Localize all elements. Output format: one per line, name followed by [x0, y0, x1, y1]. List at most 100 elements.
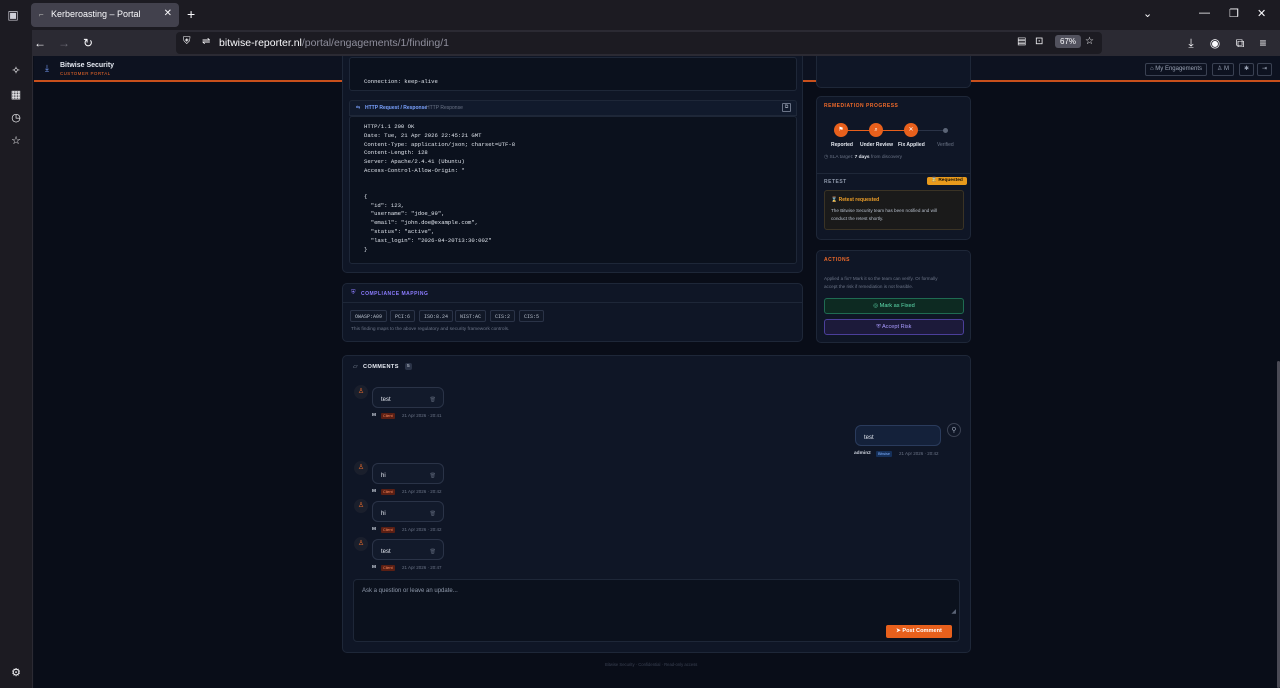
comment-bubble: hi 🗑	[372, 501, 444, 522]
role-badge: Client	[381, 413, 395, 419]
back-icon[interactable]: ←	[32, 35, 48, 51]
step-label: Fix Applied	[898, 142, 925, 148]
minimize-button[interactable]: —	[1199, 7, 1210, 19]
url-text[interactable]: bitwise-reporter.nl/portal/engagements/1…	[219, 37, 449, 49]
theme-toggle-icon[interactable]: ✱	[1239, 63, 1255, 76]
copy-icon[interactable]: ⧉	[782, 103, 791, 112]
browser-tab[interactable]: ⌐ Kerberoasting – Portal ✕	[31, 3, 179, 27]
trash-icon[interactable]: 🗑	[430, 397, 436, 403]
comment-author: M	[372, 413, 376, 418]
comment-time: 21 Apr 2026 · 20:42	[402, 489, 442, 494]
sla-text: ◷ SLA target: 7 days from discovery	[824, 155, 903, 160]
http-panel-title: HTTP Request / Response	[365, 105, 428, 111]
logo-icon: ⤓	[45, 63, 49, 73]
remediation-card: REMEDIATION PROGRESS ⚑ ⌕ ✕ Reported Unde…	[816, 96, 971, 240]
extensions-icon[interactable]: ⧉	[1232, 35, 1248, 51]
retest-badge-label: Requested	[938, 178, 963, 183]
step-label: Reported	[831, 142, 853, 148]
divider	[343, 302, 802, 303]
download-icon[interactable]: ⤓	[1183, 35, 1199, 51]
post-comment-button[interactable]: ➤ Post Comment	[886, 625, 952, 638]
user-menu-button[interactable]: ♙ M	[1212, 63, 1235, 76]
post-comment-label: Post Comment	[902, 628, 942, 634]
shield-icon[interactable]: ⛨	[183, 36, 191, 47]
close-tab-icon[interactable]: ✕	[164, 8, 172, 19]
link-icon: ⇆	[356, 105, 361, 111]
http-panel-subtitle: HTTP Response	[426, 105, 463, 111]
my-engagements-button[interactable]: ⌂ My Engagements	[1145, 63, 1207, 76]
bookmarks-icon[interactable]: ▦	[8, 87, 24, 103]
sla-value: 7 days	[854, 155, 870, 160]
flag-icon: ⚑	[834, 123, 848, 137]
favicon-icon: ⌐	[39, 10, 44, 19]
code-line: Content-Length: 128	[364, 149, 428, 157]
comments-title: COMMENTS	[363, 364, 399, 370]
comment-text: test	[864, 435, 874, 441]
history-icon[interactable]: ◷	[8, 110, 24, 126]
compliance-tag: NIST:AC	[455, 310, 487, 322]
comment-author: admin2	[854, 451, 871, 456]
menu-icon[interactable]: ≡	[1255, 35, 1271, 51]
comment-text: test	[381, 397, 391, 403]
brand-subtitle: CUSTOMER PORTAL	[60, 71, 111, 76]
mark-fixed-button[interactable]: ◎ Mark as Fixed	[824, 298, 964, 314]
comment-text: hi	[381, 511, 386, 517]
resize-handle-icon[interactable]: ◢	[951, 608, 956, 615]
new-tab-button[interactable]: +	[187, 6, 195, 22]
search-icon: ⌕	[869, 123, 883, 137]
browser-nav-bar: ▭ ← → ↻ ⛨ ⇌ bitwise-reporter.nl/portal/e…	[0, 30, 1280, 56]
permissions-icon[interactable]: ⇌	[202, 36, 210, 47]
comment-author: M	[372, 489, 376, 494]
comment-time: 21 Apr 2026 · 20:41	[402, 413, 442, 418]
compliance-tag: OWASP:A09	[350, 310, 388, 322]
brand-name: Bitwise Security	[60, 62, 115, 69]
retest-badge: ⌛ Requested	[927, 177, 967, 185]
accept-risk-button[interactable]: ⛨ Accept Risk	[824, 319, 964, 335]
tab-overflow-chevron-icon[interactable]: ⌄	[1143, 7, 1152, 20]
comment-text: test	[381, 549, 391, 555]
comment-author: M	[372, 565, 376, 570]
role-badge: Client	[381, 489, 395, 495]
wrench-icon: ✕	[904, 123, 918, 137]
code-line: Content-Type: application/json; charset=…	[364, 140, 516, 148]
retest-text: conduct the retest shortly.	[831, 216, 884, 221]
settings-icon[interactable]: ⚙	[8, 665, 24, 681]
restore-button[interactable]: ❐	[1229, 7, 1239, 20]
request-code-box: Connection: keep-alive	[349, 57, 797, 91]
footer-text: Bitwise Security · Confidential · Read-o…	[605, 662, 698, 667]
retest-box-title-text: Retest requested	[838, 197, 880, 203]
comment-bubble: hi 🗑	[372, 463, 444, 484]
window-close-button[interactable]: ✕	[1257, 7, 1266, 20]
comment-author: M	[372, 527, 376, 532]
save-icon[interactable]: ⊡	[1035, 36, 1043, 47]
user-label: M	[1224, 66, 1230, 72]
tab-title: Kerberoasting – Portal	[51, 9, 141, 19]
reload-icon[interactable]: ↻	[80, 35, 96, 51]
verified-dot-icon	[943, 128, 948, 133]
role-badge: Client	[381, 527, 395, 533]
account-icon[interactable]: ◉	[1207, 35, 1223, 51]
code-line: Server: Apache/2.4.41 (Ubuntu)	[364, 158, 465, 166]
logout-icon[interactable]: ⇥	[1257, 63, 1273, 76]
reader-icon[interactable]: ▤	[1017, 36, 1026, 47]
evidence-card: Connection: keep-alive ⇆ HTTP Request / …	[342, 56, 803, 273]
code-line: Connection: keep-alive	[364, 78, 438, 85]
bookmark-star-icon[interactable]: ☆	[8, 133, 24, 149]
bookmark-star-icon[interactable]: ☆	[1085, 36, 1094, 47]
url-bar[interactable]: ⛨ ⇌ bitwise-reporter.nl/portal/engagemen…	[176, 32, 1102, 54]
trash-icon[interactable]: 🗑	[430, 511, 436, 517]
compliance-tag: CIS:5	[519, 310, 545, 322]
trash-icon[interactable]: 🗑	[430, 473, 436, 479]
tab-list-icon[interactable]: ▣	[6, 8, 20, 22]
ai-icon[interactable]: ✧	[8, 63, 24, 79]
zoom-level[interactable]: 67%	[1055, 35, 1082, 48]
trash-icon[interactable]: 🗑	[430, 549, 436, 555]
comment-time: 21 Apr 2026 · 20:42	[899, 451, 939, 456]
code-line: "id": 123,	[364, 201, 405, 209]
comment-input[interactable]: Ask a question or leave an update... ◢	[353, 579, 960, 642]
avatar: ♙	[354, 461, 368, 475]
actions-card: ACTIONS Applied a fix? Mark it so the te…	[816, 250, 971, 343]
code-line: HTTP/1.1 200 OK	[364, 123, 415, 130]
forward-icon[interactable]: →	[56, 35, 72, 51]
comment-bubble: test	[855, 425, 941, 446]
